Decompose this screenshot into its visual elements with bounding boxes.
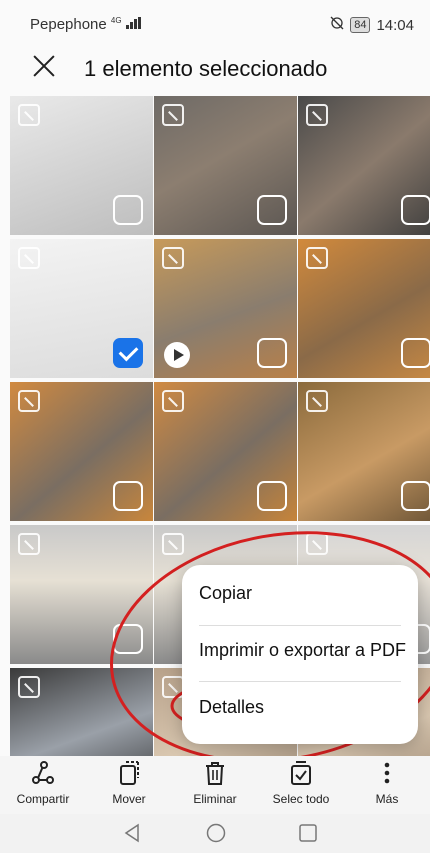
move-label: Mover bbox=[112, 792, 146, 806]
system-nav-bar bbox=[0, 814, 430, 853]
checkbox[interactable] bbox=[401, 338, 430, 368]
checkbox[interactable] bbox=[257, 195, 287, 225]
checkbox[interactable] bbox=[113, 481, 143, 511]
photo-thumbnail[interactable] bbox=[154, 239, 297, 378]
expand-icon[interactable] bbox=[18, 104, 40, 126]
delete-label: Eliminar bbox=[193, 792, 237, 806]
expand-icon[interactable] bbox=[162, 247, 184, 269]
trash-icon bbox=[172, 760, 258, 786]
share-button[interactable]: Compartir bbox=[0, 760, 86, 806]
photo-thumbnail[interactable] bbox=[298, 96, 430, 235]
checkbox[interactable] bbox=[401, 481, 430, 511]
recents-icon[interactable] bbox=[298, 823, 318, 848]
menu-item-details[interactable]: Detalles bbox=[199, 697, 264, 718]
checkbox-checked[interactable] bbox=[113, 338, 143, 368]
signal-icon bbox=[125, 16, 142, 33]
expand-icon[interactable] bbox=[162, 390, 184, 412]
menu-item-copy[interactable]: Copiar bbox=[199, 583, 252, 604]
context-menu: Copiar Imprimir o exportar a PDF Detalle… bbox=[182, 565, 418, 744]
expand-icon[interactable] bbox=[18, 390, 40, 412]
photo-thumbnail[interactable] bbox=[298, 239, 430, 378]
close-icon[interactable] bbox=[32, 54, 56, 78]
photo-thumbnail[interactable] bbox=[298, 382, 430, 521]
select-all-icon bbox=[258, 760, 344, 786]
menu-item-print-pdf[interactable]: Imprimir o exportar a PDF bbox=[199, 640, 406, 661]
status-bar: Pepephone 4G 84 14:04 bbox=[0, 0, 430, 40]
move-icon bbox=[86, 760, 172, 786]
expand-icon[interactable] bbox=[18, 676, 40, 698]
expand-icon[interactable] bbox=[306, 104, 328, 126]
page-title: 1 elemento seleccionado bbox=[84, 56, 328, 81]
back-icon[interactable] bbox=[122, 823, 142, 848]
menu-divider bbox=[199, 681, 401, 682]
action-toolbar: Compartir Mover Eliminar Selec todo Más bbox=[0, 756, 430, 814]
photo-thumbnail[interactable] bbox=[10, 382, 153, 521]
photo-thumbnail[interactable] bbox=[154, 96, 297, 235]
photo-thumbnail[interactable] bbox=[154, 382, 297, 521]
select-all-label: Selec todo bbox=[272, 792, 330, 806]
checkbox[interactable] bbox=[113, 195, 143, 225]
home-icon[interactable] bbox=[206, 823, 226, 848]
battery-icon: 84 bbox=[350, 17, 371, 33]
checkbox[interactable] bbox=[113, 624, 143, 654]
expand-icon[interactable] bbox=[306, 533, 328, 555]
expand-icon[interactable] bbox=[306, 247, 328, 269]
selection-header: 1 elemento seleccionado bbox=[0, 48, 430, 92]
expand-icon[interactable] bbox=[162, 676, 184, 698]
menu-divider bbox=[199, 625, 401, 626]
share-label: Compartir bbox=[16, 792, 70, 806]
expand-icon[interactable] bbox=[306, 390, 328, 412]
carrier-name: Pepephone 4G bbox=[30, 16, 142, 33]
alarm-off-icon bbox=[330, 16, 344, 34]
select-all-button[interactable]: Selec todo bbox=[258, 760, 344, 806]
photo-thumbnail[interactable] bbox=[10, 239, 153, 378]
delete-button[interactable]: Eliminar bbox=[172, 760, 258, 806]
photo-thumbnail[interactable] bbox=[10, 525, 153, 664]
expand-icon[interactable] bbox=[18, 247, 40, 269]
clock: 14:04 bbox=[376, 16, 414, 34]
photo-thumbnail[interactable] bbox=[10, 668, 153, 756]
carrier-label: Pepephone bbox=[30, 16, 107, 33]
checkbox[interactable] bbox=[257, 338, 287, 368]
photo-thumbnail[interactable] bbox=[10, 96, 153, 235]
play-icon bbox=[164, 342, 190, 368]
share-icon bbox=[0, 760, 86, 786]
more-vertical-icon bbox=[344, 760, 430, 786]
checkbox[interactable] bbox=[257, 481, 287, 511]
status-right: 84 14:04 bbox=[330, 16, 414, 34]
more-button[interactable]: Más bbox=[344, 760, 430, 806]
checkbox[interactable] bbox=[401, 195, 430, 225]
network-type: 4G bbox=[110, 16, 122, 25]
expand-icon[interactable] bbox=[162, 104, 184, 126]
move-button[interactable]: Mover bbox=[86, 760, 172, 806]
expand-icon[interactable] bbox=[162, 533, 184, 555]
expand-icon[interactable] bbox=[18, 533, 40, 555]
more-label: Más bbox=[375, 792, 399, 806]
